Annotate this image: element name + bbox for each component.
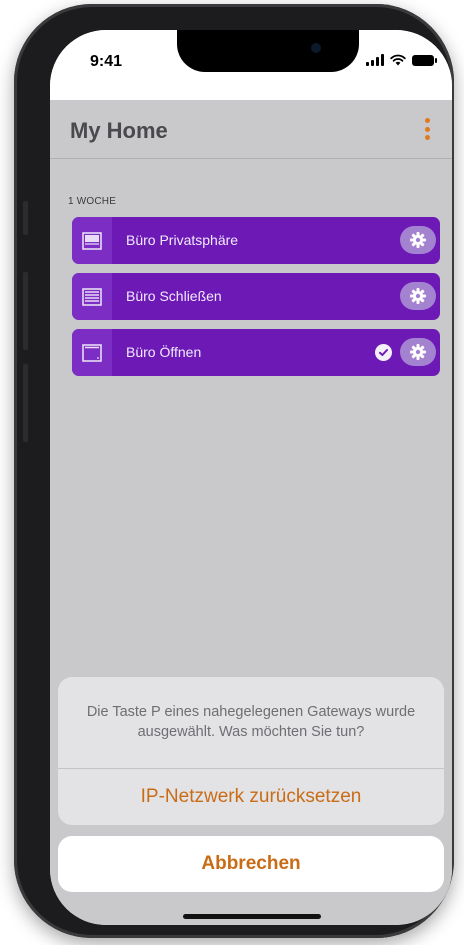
settings-button[interactable] [400,226,436,254]
status-icons [366,54,437,66]
scene-row[interactable]: Büro Öffnen [72,329,440,376]
settings-button[interactable] [400,338,436,366]
checkmark-icon [375,344,392,361]
phone-frame: 9:41 My Home 1 WOCHE Büro Privatsphäre B… [14,4,454,938]
action-sheet-message: Die Taste P eines nahegelegenen Gateways… [58,677,444,769]
gear-icon [410,288,426,304]
app-header: My Home [50,100,452,159]
action-sheet: Die Taste P eines nahegelegenen Gateways… [58,677,444,825]
screen: 9:41 My Home 1 WOCHE Büro Privatsphäre B… [50,30,452,925]
scene-row[interactable]: Büro Privatsphäre [72,217,440,264]
scene-label: Büro Öffnen [126,344,202,360]
blind-open-icon [72,329,112,376]
blind-closed-icon [72,273,112,320]
scene-row[interactable]: Büro Schließen [72,273,440,320]
notch [177,30,359,72]
gear-icon [410,344,426,360]
battery-icon [412,55,437,66]
wifi-icon [390,54,406,66]
scene-list: Büro Privatsphäre Büro Schließen Büro Öf… [72,217,440,385]
page-title: My Home [70,118,168,143]
settings-button[interactable] [400,282,436,310]
reset-ip-network-button[interactable]: IP-Netzwerk zurücksetzen [58,769,444,824]
front-camera [311,43,321,53]
cancel-button[interactable]: Abbrechen [58,836,444,892]
scene-label: Büro Privatsphäre [126,232,239,248]
side-button [23,201,28,235]
cellular-signal-icon [366,54,384,66]
blind-partial-icon [72,217,112,264]
volume-down-button [23,364,28,442]
gear-icon [410,232,426,248]
kebab-menu-icon[interactable] [424,118,430,140]
section-label: 1 WOCHE [68,196,117,207]
status-time: 9:41 [90,53,123,70]
scene-label: Büro Schließen [126,288,222,304]
home-indicator[interactable] [183,914,321,919]
volume-up-button [23,272,28,350]
